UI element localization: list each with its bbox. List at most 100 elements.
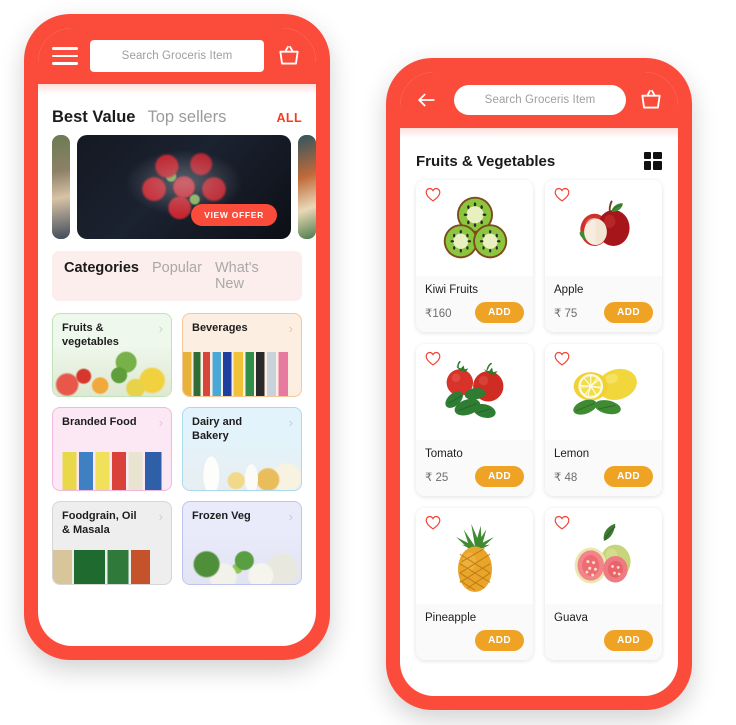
heart-outline-icon[interactable] bbox=[425, 515, 441, 530]
category-label: Frozen Veg bbox=[192, 510, 251, 522]
chevron-right-icon: › bbox=[288, 509, 293, 524]
product-info: Apple ₹ 75 ADD bbox=[545, 276, 662, 332]
product-image bbox=[416, 344, 533, 440]
category-card-fruits-vegetables[interactable]: Fruits & vegetables › bbox=[52, 313, 172, 397]
category-image bbox=[183, 438, 301, 490]
best-value-header: Best Value Top sellers ALL bbox=[38, 94, 316, 135]
lemon-illustration bbox=[572, 368, 637, 415]
category-image bbox=[53, 532, 171, 584]
tab-popular[interactable]: Popular bbox=[152, 260, 202, 276]
add-to-cart-button[interactable]: ADD bbox=[604, 630, 653, 651]
search-placeholder: Search Groceris Item bbox=[121, 50, 233, 62]
add-to-cart-button[interactable]: ADD bbox=[475, 466, 524, 487]
category-image bbox=[53, 438, 171, 490]
banner-peek-next[interactable] bbox=[298, 135, 316, 239]
category-card-foodgrain-oil-masala[interactable]: Foodgrain, Oil & Masala › bbox=[52, 501, 172, 585]
product-price: ₹ 48 bbox=[554, 471, 578, 484]
search-input[interactable]: Search Groceris Item bbox=[454, 85, 626, 115]
product-info: Tomato ₹ 25 ADD bbox=[416, 440, 533, 496]
category-image bbox=[183, 344, 301, 396]
heart-outline-icon[interactable] bbox=[554, 351, 570, 366]
product-card-pineapple[interactable]: Pineapple ADD bbox=[416, 508, 533, 660]
search-placeholder: Search Groceris Item bbox=[484, 94, 596, 106]
product-image bbox=[545, 344, 662, 440]
product-grid: Kiwi Fruits ₹160 ADD Apple ₹ 75 ADD Toma… bbox=[400, 180, 678, 660]
all-link[interactable]: ALL bbox=[277, 111, 303, 125]
category-label: Dairy and Bakery bbox=[192, 416, 243, 442]
heart-outline-icon[interactable] bbox=[554, 515, 570, 530]
banner-peek-previous[interactable] bbox=[52, 135, 70, 239]
product-card-apple[interactable]: Apple ₹ 75 ADD bbox=[545, 180, 662, 332]
product-card-tomato[interactable]: Tomato ₹ 25 ADD bbox=[416, 344, 533, 496]
category-image bbox=[183, 532, 301, 584]
category-image bbox=[53, 344, 171, 396]
product-image bbox=[545, 508, 662, 604]
chevron-right-icon: › bbox=[288, 415, 293, 430]
search-input[interactable]: Search Groceris Item bbox=[90, 40, 264, 72]
add-to-cart-button[interactable]: ADD bbox=[604, 466, 653, 487]
appbar-shadow bbox=[400, 128, 678, 138]
kiwi-illustration bbox=[443, 196, 507, 259]
category-card-branded-food[interactable]: Branded Food › bbox=[52, 407, 172, 491]
category-label: Foodgrain, Oil & Masala bbox=[62, 510, 137, 536]
heart-outline-icon[interactable] bbox=[554, 187, 570, 202]
screen-home: Search Groceris Item Best Value Top sell… bbox=[38, 28, 316, 646]
product-card-kiwi-fruits[interactable]: Kiwi Fruits ₹160 ADD bbox=[416, 180, 533, 332]
product-name: Apple bbox=[554, 284, 584, 296]
category-card-beverages[interactable]: Beverages › bbox=[182, 313, 302, 397]
tab-whats-new[interactable]: What's New bbox=[215, 260, 290, 292]
add-to-cart-button[interactable]: ADD bbox=[475, 302, 524, 323]
product-card-guava[interactable]: Guava ADD bbox=[545, 508, 662, 660]
category-card-frozen-veg[interactable]: Frozen Veg › bbox=[182, 501, 302, 585]
chevron-right-icon: › bbox=[158, 415, 163, 430]
tomato-illustration bbox=[444, 360, 503, 418]
back-arrow-icon[interactable] bbox=[414, 88, 442, 112]
chevron-right-icon: › bbox=[158, 321, 163, 336]
add-to-cart-button[interactable]: ADD bbox=[475, 630, 524, 651]
pineapple-illustration bbox=[455, 523, 494, 592]
page-title: Fruits & Vegetables bbox=[416, 152, 556, 170]
heart-outline-icon[interactable] bbox=[425, 351, 441, 366]
add-to-cart-button[interactable]: ADD bbox=[604, 302, 653, 323]
product-image bbox=[545, 180, 662, 276]
product-name: Tomato bbox=[425, 448, 463, 460]
product-image bbox=[416, 180, 533, 276]
guava-illustration bbox=[574, 523, 631, 584]
product-info: Lemon ₹ 48 ADD bbox=[545, 440, 662, 496]
tab-categories[interactable]: Categories bbox=[64, 260, 139, 276]
chevron-right-icon: › bbox=[158, 509, 163, 524]
appbar-category: Search Groceris Item bbox=[400, 72, 678, 128]
hamburger-icon[interactable] bbox=[52, 47, 78, 65]
product-price-row: ₹ 75 ADD bbox=[554, 302, 653, 323]
category-label: Branded Food bbox=[62, 416, 137, 428]
product-price-row: ₹ 25 ADD bbox=[425, 466, 524, 487]
category-label: Fruits & vegetables bbox=[62, 322, 119, 348]
product-info: Kiwi Fruits ₹160 ADD bbox=[416, 276, 533, 332]
banner-strawberry[interactable]: VIEW OFFER bbox=[77, 135, 291, 239]
shopping-basket-icon[interactable] bbox=[638, 87, 664, 113]
appbar-shadow bbox=[38, 84, 316, 94]
product-info: Guava ADD bbox=[545, 604, 662, 660]
chevron-right-icon: › bbox=[288, 321, 293, 336]
screen-category-listing: Search Groceris Item Fruits & Vegetables bbox=[400, 72, 678, 696]
page-title-row: Fruits & Vegetables bbox=[400, 138, 678, 180]
category-tabs: Categories Popular What's New bbox=[52, 251, 302, 301]
product-price-row: ADD bbox=[554, 630, 653, 651]
product-card-lemon[interactable]: Lemon ₹ 48 ADD bbox=[545, 344, 662, 496]
grid-view-icon[interactable] bbox=[644, 152, 662, 170]
product-image bbox=[416, 508, 533, 604]
banner-carousel[interactable]: VIEW OFFER bbox=[38, 135, 316, 239]
best-value-tab[interactable]: Best Value bbox=[52, 108, 135, 127]
category-card-dairy-bakery[interactable]: Dairy and Bakery › bbox=[182, 407, 302, 491]
view-offer-button[interactable]: VIEW OFFER bbox=[191, 204, 277, 226]
top-sellers-tab[interactable]: Top sellers bbox=[147, 108, 226, 127]
product-price-row: ADD bbox=[425, 630, 524, 651]
product-price: ₹ 25 bbox=[425, 471, 449, 484]
apple-illustration bbox=[578, 200, 630, 246]
heart-outline-icon[interactable] bbox=[425, 187, 441, 202]
product-name: Guava bbox=[554, 612, 588, 624]
product-price: ₹ 75 bbox=[554, 307, 578, 320]
shopping-basket-icon[interactable] bbox=[276, 43, 302, 69]
product-price-row: ₹160 ADD bbox=[425, 302, 524, 323]
category-grid: Fruits & vegetables › Beverages › Brande… bbox=[38, 301, 316, 585]
